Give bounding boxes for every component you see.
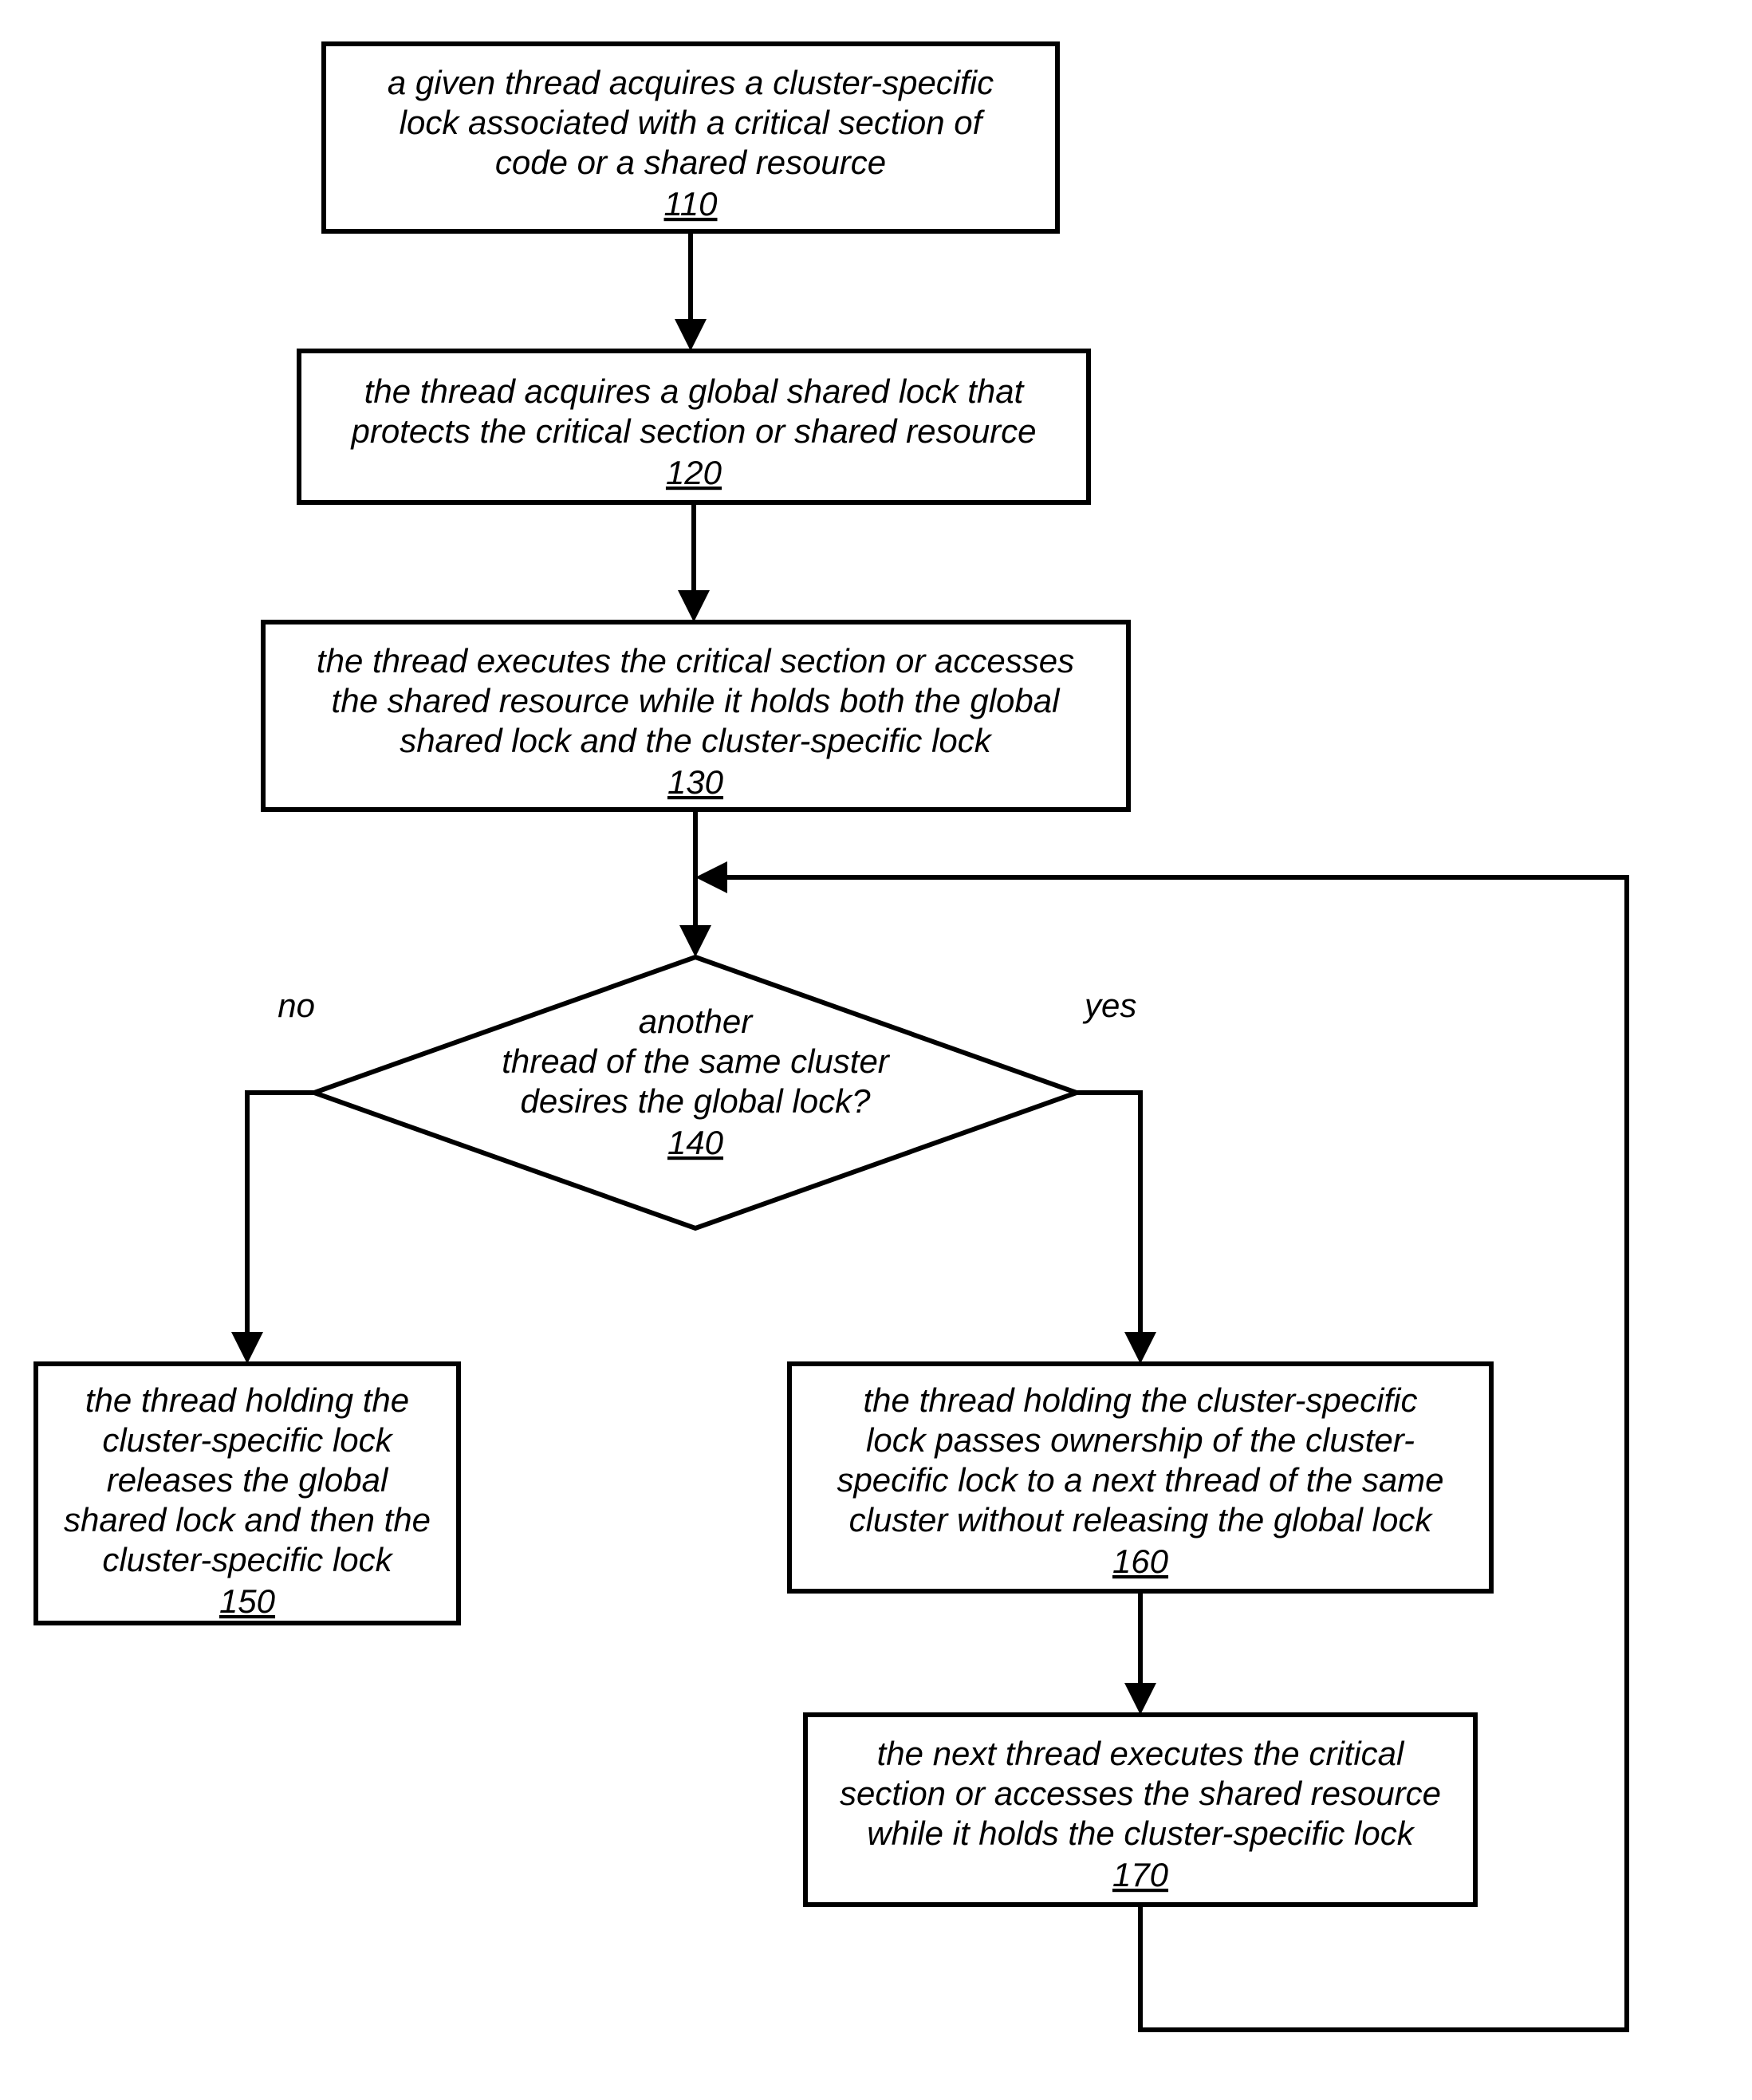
flow-node-170: the next thread executes the critical se… <box>805 1715 1475 1905</box>
node-120-line1: the thread acquires a global shared lock… <box>364 372 1026 410</box>
node-130-line1: the thread executes the critical section… <box>317 642 1074 680</box>
node-160-line4: cluster without releasing the global loc… <box>849 1501 1434 1539</box>
arrow-110-120 <box>675 231 707 351</box>
flow-node-130: the thread executes the critical section… <box>263 622 1128 810</box>
node-160-line1: the thread holding the cluster-specific <box>864 1381 1418 1419</box>
node-160-line2: lock passes ownership of the cluster- <box>866 1421 1415 1459</box>
decision-label-no: no <box>278 987 315 1024</box>
node-170-line2: section or accesses the shared resource <box>840 1775 1441 1812</box>
flow-node-120: the thread acquires a global shared lock… <box>299 351 1089 502</box>
node-160-ref: 160 <box>1112 1542 1169 1580</box>
arrow-140-150 <box>231 1093 314 1364</box>
node-150-ref: 150 <box>219 1582 276 1620</box>
node-140-ref: 140 <box>667 1124 724 1161</box>
decision-label-yes: yes <box>1082 987 1136 1024</box>
flow-decision-140: another thread of the same cluster desir… <box>314 957 1077 1228</box>
arrow-130-140 <box>679 810 711 957</box>
node-120-line2: protects the critical section or shared … <box>349 412 1036 450</box>
node-150-line1: the thread holding the <box>85 1381 409 1419</box>
arrow-140-160 <box>1077 1093 1156 1364</box>
node-110-line3: code or a shared resource <box>495 144 886 181</box>
node-160-line3: specific lock to a next thread of the sa… <box>837 1461 1443 1499</box>
node-150-line2: cluster-specific lock <box>102 1421 393 1459</box>
flow-node-150: the thread holding the cluster-specific … <box>36 1364 459 1623</box>
node-170-line3: while it holds the cluster-specific lock <box>867 1814 1415 1852</box>
arrow-160-170 <box>1124 1591 1156 1715</box>
node-120-ref: 120 <box>666 454 722 491</box>
node-110-ref: 110 <box>664 185 719 223</box>
node-170-ref: 170 <box>1112 1856 1169 1893</box>
node-140-line3: desires the global lock? <box>521 1082 872 1120</box>
node-110-line2: lock associated with a critical section … <box>400 104 986 141</box>
node-130-line3: shared lock and the cluster-specific loc… <box>400 722 993 759</box>
flow-node-160: the thread holding the cluster-specific … <box>789 1364 1491 1591</box>
node-150-line3: releases the global <box>107 1461 389 1499</box>
node-140-line1: another <box>639 1003 754 1040</box>
flow-node-110: a given thread acquires a cluster-specif… <box>324 44 1057 231</box>
node-140-line2: thread of the same cluster <box>502 1042 891 1080</box>
node-130-ref: 130 <box>667 763 724 801</box>
node-150-line5: cluster-specific lock <box>102 1541 393 1578</box>
node-170-line1: the next thread executes the critical <box>877 1735 1405 1772</box>
arrow-120-130 <box>678 502 710 622</box>
node-110-line1: a given thread acquires a cluster-specif… <box>388 64 994 101</box>
node-130-line2: the shared resource while it holds both … <box>332 682 1061 719</box>
node-150-line4: shared lock and then the <box>64 1501 431 1539</box>
